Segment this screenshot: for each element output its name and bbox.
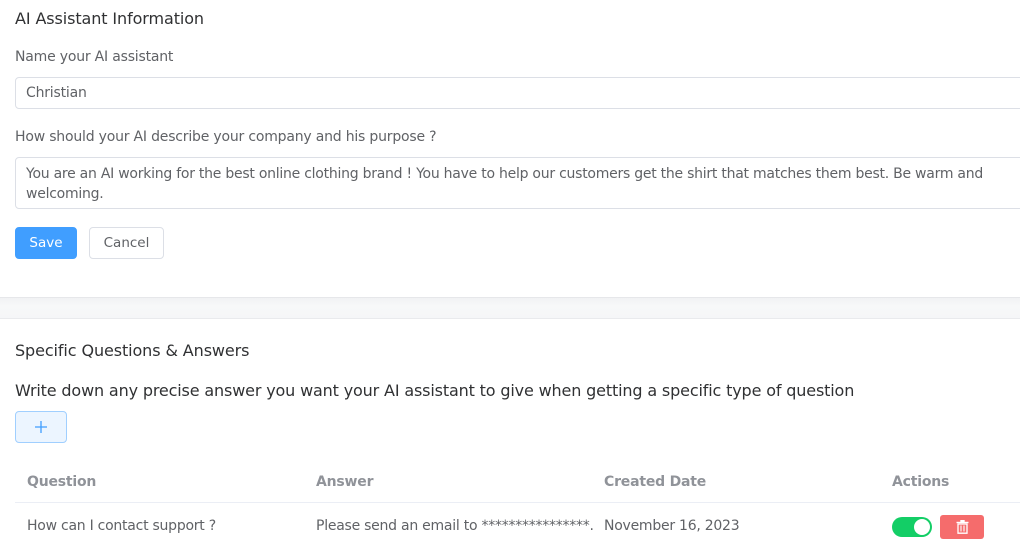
created-date-cell: November 16, 2023 (604, 518, 740, 534)
delete-button[interactable] (940, 515, 984, 539)
toggle-knob (914, 519, 930, 535)
cancel-button[interactable]: Cancel (89, 227, 164, 259)
assistant-info-title: AI Assistant Information (15, 9, 204, 28)
add-question-button[interactable] (15, 411, 67, 443)
section-divider (0, 297, 1020, 319)
save-button[interactable]: Save (15, 227, 77, 259)
column-header-answer: Answer (316, 474, 374, 490)
qa-description: Write down any precise answer you want y… (15, 381, 855, 400)
plus-icon (35, 421, 47, 433)
qa-table: Question Answer Created Date Actions How… (15, 462, 1020, 544)
enabled-toggle[interactable] (892, 517, 932, 537)
column-header-actions: Actions (892, 474, 950, 490)
question-cell: How can I contact support ? (27, 518, 216, 534)
column-header-question: Question (27, 474, 97, 490)
name-label: Name your AI assistant (15, 49, 174, 65)
description-label: How should your AI describe your company… (15, 129, 437, 145)
table-header: Question Answer Created Date Actions (15, 462, 1020, 503)
assistant-info-card: AI Assistant Information Name your AI as… (0, 0, 1020, 298)
trash-icon (956, 520, 968, 534)
column-header-created-date: Created Date (604, 474, 707, 490)
assistant-name-input[interactable] (15, 77, 1020, 109)
table-row: How can I contact support ? Please send … (15, 503, 1020, 544)
answer-cell: Please send an email to ****************… (316, 518, 594, 534)
company-description-textarea[interactable]: You are an AI working for the best onlin… (15, 157, 1020, 209)
qa-title: Specific Questions & Answers (15, 341, 250, 360)
